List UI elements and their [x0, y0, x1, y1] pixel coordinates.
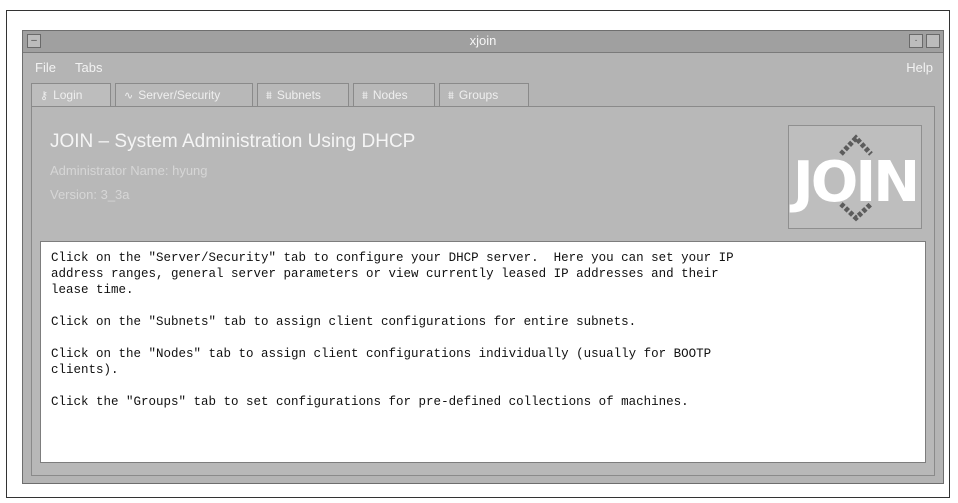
tab-groups[interactable]: ⩩ Groups [439, 83, 529, 106]
tab-server-security-label: Server/Security [138, 88, 221, 102]
tab-groups-label: Groups [458, 88, 499, 102]
logo-text: JOIN [792, 150, 920, 215]
wave-icon: ∿ [124, 90, 134, 102]
network-icon: ⩩ [448, 90, 454, 102]
menu-tabs[interactable]: Tabs [75, 60, 102, 75]
tab-login[interactable]: ⚷ Login [31, 83, 111, 106]
tab-subnets-label: Subnets [276, 88, 321, 102]
xjoin-window: – xjoin · File Tabs Help ⚷ Login ∿ Server/… [22, 30, 944, 484]
instruction-server-security: Click on the "Server/Security" tab to co… [51, 251, 734, 297]
tab-bar: ⚷ Login ∿ Server/Security ⩩ Subnets ⩩ Nodes … [31, 83, 731, 107]
network-icon: ⩩ [362, 90, 368, 102]
keyhole-icon: ⚷ [40, 90, 49, 102]
tab-server-security[interactable]: ∿ Server/Security [115, 83, 253, 106]
version-label: Version: 3_3a [50, 187, 130, 202]
maximize-button[interactable] [926, 34, 940, 48]
network-icon: ⩩ [266, 90, 272, 102]
page-title: JOIN – System Administration Using DHCP [50, 131, 416, 152]
minimize-button[interactable]: · [909, 34, 923, 48]
title-bar[interactable]: – xjoin · [23, 31, 943, 53]
window-title: xjoin [469, 33, 497, 48]
tab-nodes-label: Nodes [372, 88, 408, 102]
tab-subnets[interactable]: ⩩ Subnets [257, 83, 349, 106]
administrator-name: Administrator Name: hyung [50, 163, 208, 178]
tab-nodes[interactable]: ⩩ Nodes [353, 83, 435, 106]
menu-help[interactable]: Help [906, 60, 933, 75]
instruction-subnets: Click on the "Subnets" tab to assign cli… [51, 315, 637, 329]
instructions-text-area[interactable]: Click on the "Server/Security" tab to co… [40, 241, 926, 463]
instruction-nodes: Click on the "Nodes" tab to assign clien… [51, 347, 712, 377]
login-panel: JOIN – System Administration Using DHCP … [31, 106, 935, 476]
join-logo: JOIN [788, 125, 922, 229]
menu-bar: File Tabs Help [23, 56, 943, 78]
menu-file[interactable]: File [35, 60, 56, 75]
instruction-groups: Click the "Groups" tab to set configurat… [51, 395, 689, 409]
tab-login-label: Login [53, 88, 83, 102]
